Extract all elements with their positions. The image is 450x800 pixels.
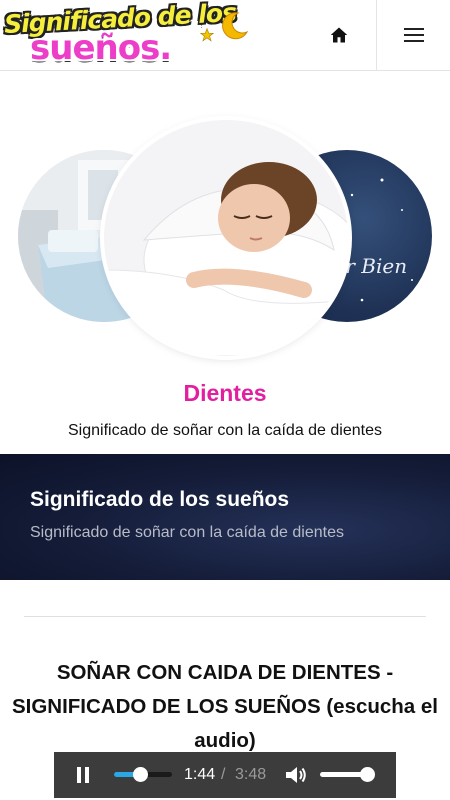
moon-icon: [222, 12, 249, 40]
menu-button[interactable]: [376, 0, 450, 70]
article-title: SOÑAR CON CAIDA DE DIENTES - SIGNIFICADO…: [11, 661, 439, 752]
star-icon: [200, 28, 214, 42]
sleeping-woman-image[interactable]: [104, 120, 348, 356]
volume-handle[interactable]: [359, 767, 375, 782]
logo-text-bottom: sueños.: [30, 28, 172, 68]
time-separator: /: [221, 766, 226, 783]
site-logo[interactable]: Significado de los sueños.: [3, 0, 254, 68]
volume-icon[interactable]: [284, 764, 308, 786]
pause-button[interactable]: [72, 764, 94, 786]
seek-handle[interactable]: [133, 767, 149, 782]
page-banner: [0, 454, 450, 580]
banner-subtitle: Significado de soñar con la caída de die…: [30, 524, 344, 541]
banner-title: Significado de los sueños: [30, 488, 290, 511]
home-button[interactable]: [318, 14, 360, 56]
category-title[interactable]: Dientes: [0, 380, 450, 407]
site-header: Significado de los sueños.: [0, 0, 450, 71]
audio-player: 1:44 / 3:48: [54, 752, 396, 798]
total-time: 3:48: [235, 766, 267, 783]
divider: [24, 616, 426, 617]
home-icon: [330, 27, 348, 43]
sleeping-woman-illustration: [104, 120, 348, 356]
volume-slider[interactable]: [320, 767, 375, 782]
seek-bar[interactable]: [114, 767, 172, 782]
category-subtitle: Significado de soñar con la caída de die…: [68, 422, 382, 439]
current-time: 1:44: [184, 766, 216, 783]
hamburger-menu-icon: [404, 28, 424, 42]
